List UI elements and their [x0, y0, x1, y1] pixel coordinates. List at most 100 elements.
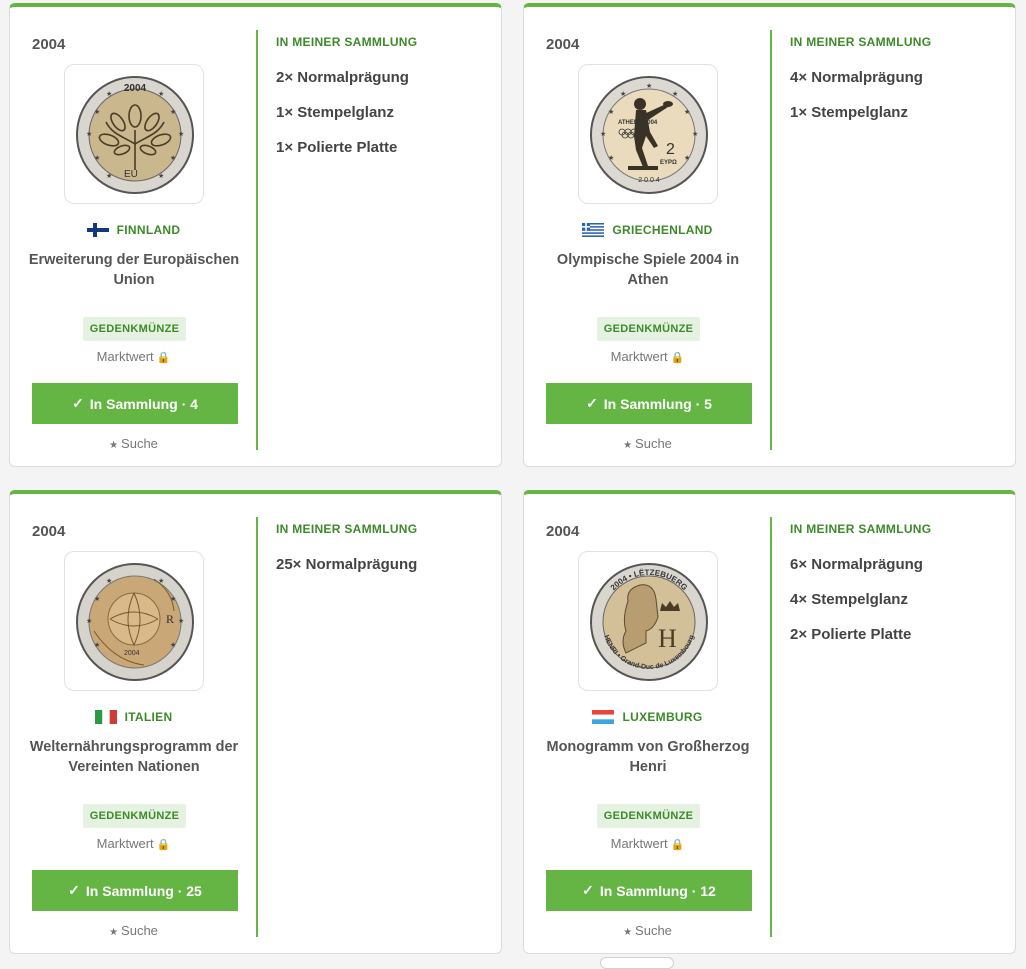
- coin-card[interactable]: 2004 R 2004 ★ ★ ★ ★ ★ ★ ★ ★ ITALIEN Welt…: [9, 490, 502, 954]
- coin-image[interactable]: 2004 EU ★ ★ ★ ★ ★ ★ ★ ★ ★ ★: [64, 64, 204, 204]
- lock-icon: 🔒: [156, 839, 171, 851]
- coin-greece-value: 2: [666, 141, 675, 158]
- collection-item: 6× Normalprägung: [790, 556, 923, 573]
- coin-year: 2004: [32, 36, 66, 53]
- svg-text:★: ★: [600, 130, 606, 138]
- country-name: GRIECHENLAND: [612, 223, 713, 237]
- market-value-label: Marktwert: [610, 349, 668, 364]
- search-label: Suche: [635, 436, 672, 451]
- coin-greece-year: 2 0 0 4: [638, 177, 660, 184]
- star-icon: ★: [109, 927, 119, 938]
- in-collection-label: In Sammlung · 25: [85, 882, 202, 899]
- collection-item: 4× Stempelglanz: [790, 591, 908, 608]
- search-label: Suche: [121, 436, 158, 451]
- coin-type-badge: GEDENKMÜNZE: [83, 804, 186, 828]
- check-icon: ✓: [68, 882, 80, 898]
- in-collection-button[interactable]: ✓ In Sammlung · 12: [546, 870, 752, 911]
- search-link[interactable]: ★ Suche: [524, 923, 771, 938]
- svg-text:★: ★: [672, 90, 678, 98]
- coin-title[interactable]: Monogramm von Großherzog Henri: [538, 737, 758, 777]
- coin-luxembourg-icon: H 2004 • LËTZEBUERG HENRI • Grand-Duc de…: [590, 563, 708, 681]
- svg-text:★: ★: [608, 154, 614, 162]
- coin-card[interactable]: 2004 2004 EU ★ ★ ★ ★ ★ ★ ★ ★ ★ ★ FINNLAN…: [9, 3, 502, 467]
- coin-title[interactable]: Olympische Spiele 2004 in Athen: [538, 250, 758, 290]
- divider: [256, 517, 258, 937]
- market-value: Marktwert 🔒: [10, 836, 257, 851]
- svg-text:★: ★: [94, 595, 100, 603]
- svg-text:★: ★: [170, 108, 176, 116]
- coin-type-badge: GEDENKMÜNZE: [597, 317, 700, 341]
- market-value-label: Marktwert: [96, 349, 154, 364]
- market-value: Marktwert 🔒: [10, 349, 257, 364]
- svg-text:★: ★: [158, 577, 164, 585]
- check-icon: ✓: [586, 395, 598, 411]
- collection-heading: IN MEINER SAMMLUNG: [276, 35, 418, 49]
- search-label: Suche: [121, 923, 158, 938]
- coin-italy-year: 2004: [124, 650, 140, 657]
- svg-text:★: ★: [86, 617, 92, 625]
- star-icon: ★: [623, 927, 633, 938]
- italy-flag-icon: [94, 710, 117, 724]
- in-collection-button[interactable]: ✓ In Sammlung · 5: [546, 383, 752, 424]
- coin-italy-icon: R 2004 ★ ★ ★ ★ ★ ★ ★ ★: [76, 563, 194, 681]
- coin-image[interactable]: H 2004 • LËTZEBUERG HENRI • Grand-Duc de…: [578, 551, 718, 691]
- star-icon: ★: [109, 440, 119, 451]
- coin-card[interactable]: 2004 H 2004 • LËTZEBUERG HENRI • Grand-D…: [523, 490, 1016, 954]
- coin-finland-top-text: 2004: [124, 83, 147, 94]
- in-collection-button[interactable]: ✓ In Sammlung · 4: [32, 383, 238, 424]
- coin-year: 2004: [32, 523, 66, 540]
- svg-text:★: ★: [170, 595, 176, 603]
- svg-text:★: ★: [158, 90, 164, 98]
- greece-flag-icon: [582, 223, 605, 237]
- star-icon: ★: [623, 440, 633, 451]
- collection-item: 1× Stempelglanz: [790, 104, 908, 121]
- market-value: Marktwert 🔒: [524, 836, 771, 851]
- search-link[interactable]: ★ Suche: [524, 436, 771, 451]
- country-label: GRIECHENLAND: [524, 223, 771, 237]
- market-value-label: Marktwert: [96, 836, 154, 851]
- divider: [770, 30, 772, 450]
- collection-item: 4× Normalprägung: [790, 69, 923, 86]
- in-collection-label: In Sammlung · 12: [599, 882, 716, 899]
- collection-list: 25× Normalprägung: [276, 556, 417, 591]
- svg-text:★: ★: [684, 108, 690, 116]
- search-link[interactable]: ★ Suche: [10, 436, 257, 451]
- collection-heading: IN MEINER SAMMLUNG: [790, 35, 932, 49]
- svg-text:★: ★: [106, 90, 112, 98]
- coin-finland-bottom-text: EU: [124, 169, 138, 180]
- collection-item: 2× Normalprägung: [276, 69, 409, 86]
- svg-text:★: ★: [178, 130, 184, 138]
- collection-item: 1× Polierte Platte: [276, 139, 398, 156]
- coin-title[interactable]: Erweiterung der Europäischen Union: [24, 250, 244, 290]
- divider: [770, 517, 772, 937]
- svg-text:★: ★: [94, 108, 100, 116]
- country-name: FINNLAND: [116, 223, 181, 237]
- coin-greece-text: ATHENS 2004: [618, 120, 658, 126]
- collection-item: 2× Polierte Platte: [790, 626, 912, 643]
- luxembourg-flag-icon: [592, 710, 615, 724]
- svg-text:★: ★: [86, 130, 92, 138]
- collection-list: 2× Normalprägung 1× Stempelglanz 1× Poli…: [276, 69, 409, 174]
- coin-card[interactable]: 2004 ATHENS 2004 2 ΕΥΡΩ 2 0 0 4 ★ ★ ★ ★ …: [523, 3, 1016, 467]
- svg-text:★: ★: [170, 641, 176, 649]
- search-label: Suche: [635, 923, 672, 938]
- divider: [256, 30, 258, 450]
- collection-list: 6× Normalprägung 4× Stempelglanz 2× Poli…: [790, 556, 923, 661]
- coin-luxembourg-letter: H: [658, 624, 677, 653]
- in-collection-button[interactable]: ✓ In Sammlung · 25: [32, 870, 238, 911]
- country-name: LUXEMBURG: [622, 710, 703, 724]
- check-icon: ✓: [582, 882, 594, 898]
- check-icon: ✓: [72, 395, 84, 411]
- svg-text:★: ★: [94, 641, 100, 649]
- coin-image[interactable]: R 2004 ★ ★ ★ ★ ★ ★ ★ ★: [64, 551, 204, 691]
- coin-title[interactable]: Welternährungsprogramm der Vereinten Nat…: [24, 737, 244, 777]
- in-collection-label: In Sammlung · 4: [89, 395, 198, 412]
- svg-text:★: ★: [684, 154, 690, 162]
- coin-image[interactable]: ATHENS 2004 2 ΕΥΡΩ 2 0 0 4 ★ ★ ★ ★ ★ ★ ★ ★ ★: [578, 64, 718, 204]
- svg-text:★: ★: [646, 82, 652, 90]
- scroll-indicator[interactable]: [600, 957, 674, 969]
- search-link[interactable]: ★ Suche: [10, 923, 257, 938]
- svg-text:★: ★: [106, 172, 112, 180]
- lock-icon: 🔒: [156, 352, 171, 364]
- coin-type-badge: GEDENKMÜNZE: [83, 317, 186, 341]
